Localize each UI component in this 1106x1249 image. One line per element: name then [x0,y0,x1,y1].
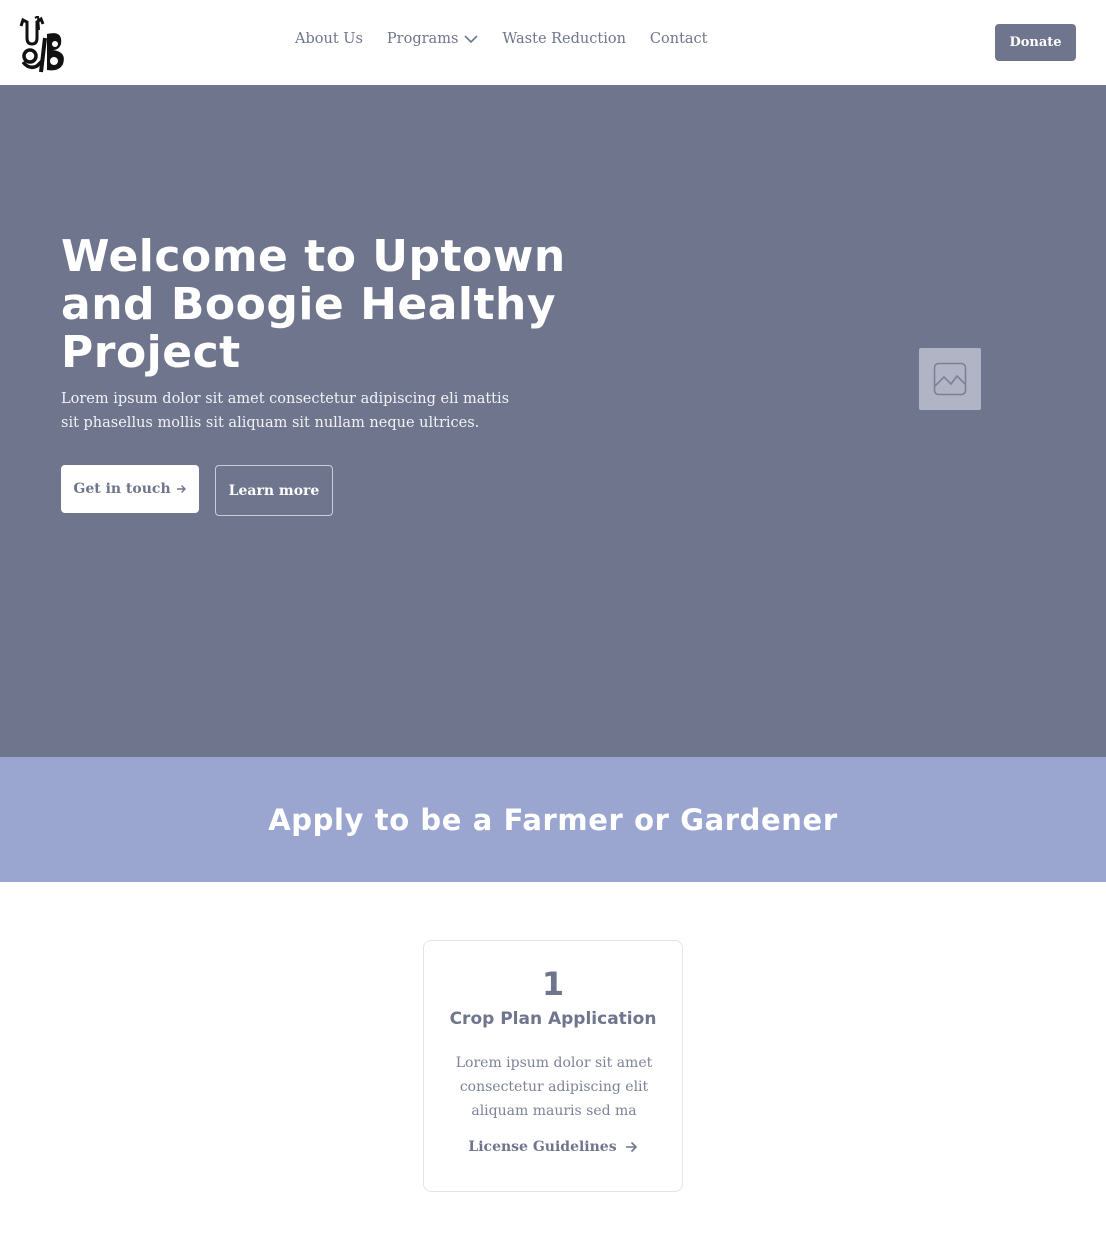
logo[interactable] [17,14,69,74]
crop-plan-card: 1 Crop Plan Application Lorem ipsum dolo… [423,940,683,1192]
get-in-touch-button[interactable]: Get in touch [61,465,199,513]
nav-item-label: About Us [295,31,363,47]
arrow-right-icon [176,484,187,494]
license-guidelines-link[interactable]: License Guidelines [424,1139,682,1155]
main-nav: About Us Programs Waste Reduction Contac… [295,31,708,47]
logo-icon [19,14,64,73]
nav-item-about-us[interactable]: About Us [295,31,363,47]
apply-banner: Apply to be a Farmer or Gardener [0,757,1106,882]
arrow-right-icon [625,1141,638,1153]
hero-section: Welcome to Uptown and Boogie Healthy Pro… [0,85,1106,757]
get-in-touch-label: Get in touch [73,481,171,497]
donate-button[interactable]: Donate [995,24,1076,61]
nav-item-label: Programs [386,31,459,47]
hero-subtitle: Lorem ipsum dolor sit amet consectetur a… [61,391,510,431]
chevron-down-icon [464,34,478,44]
apply-banner-title: Apply to be a Farmer or Gardener [268,802,838,837]
nav-item-waste-reduction[interactable]: Waste Reduction [502,31,626,47]
card-description: Lorem ipsum dolor sit amet consectetur a… [455,1055,653,1119]
nav-item-label: Waste Reduction [502,31,626,47]
nav-item-programs[interactable]: Programs [387,31,478,47]
hero-image-placeholder [919,348,981,410]
nav-item-label: Contact [649,31,708,47]
site-header: About Us Programs Waste Reduction Contac… [0,0,1106,85]
card-step-number: 1 [541,965,565,1003]
card-title: Crop Plan Application [449,1009,657,1029]
image-placeholder-icon [933,362,967,396]
learn-more-label: Learn more [228,482,320,499]
hero-title: Welcome to Uptown and Boogie Healthy Pro… [61,231,566,378]
nav-item-contact[interactable]: Contact [650,31,708,47]
license-guidelines-label: License Guidelines [468,1139,617,1155]
learn-more-button[interactable]: Learn more [215,465,333,516]
